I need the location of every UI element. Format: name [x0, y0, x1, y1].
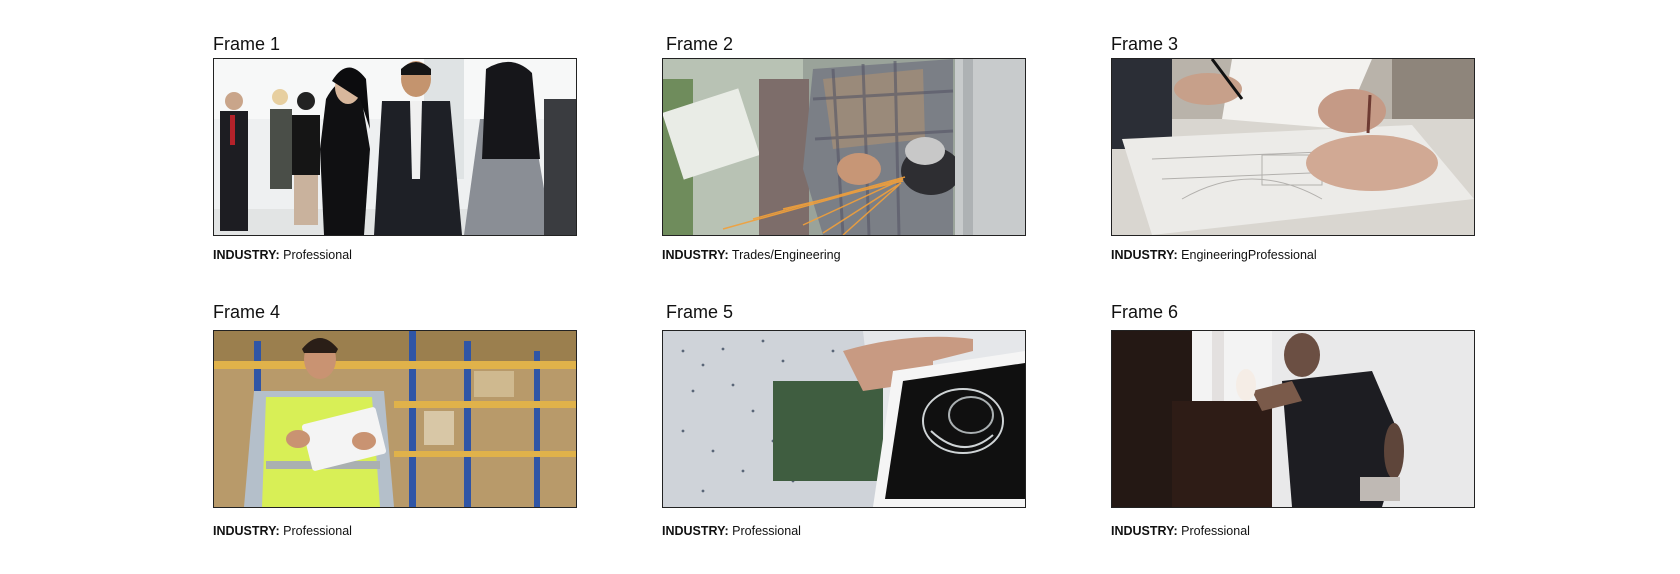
industry-value: Professional [732, 524, 801, 538]
industry-caption: INDUSTRY: EngineeringProfessional [1111, 248, 1317, 262]
frame-thumbnail-angle-grinder[interactable] [662, 58, 1026, 236]
silhouette-man-image [1112, 331, 1474, 507]
industry-caption: INDUSTRY: Professional [662, 524, 801, 538]
warehouse-tablet-image [214, 331, 576, 507]
industry-label: INDUSTRY: [213, 248, 280, 262]
industry-label: INDUSTRY: [213, 524, 280, 538]
frame-thumbnail-xray-tablet[interactable] [662, 330, 1026, 508]
storyboard-page: Frame 1 INDUSTRY: Professional Frame 2 I… [0, 0, 1680, 574]
frame-thumbnail-silhouette-man[interactable] [1111, 330, 1475, 508]
frame-card-6: Frame 6 INDUSTRY: Professional [1111, 302, 1475, 538]
blueprints-image [1112, 59, 1474, 235]
angle-grinder-image [663, 59, 1025, 235]
industry-value: EngineeringProfessional [1181, 248, 1317, 262]
xray-tablet-image [663, 331, 1025, 507]
frame-thumbnail-business-people[interactable] [213, 58, 577, 236]
industry-label: INDUSTRY: [662, 524, 729, 538]
industry-value: Trades/Engineering [731, 248, 841, 262]
industry-label: INDUSTRY: [1111, 524, 1178, 538]
industry-caption: INDUSTRY: Professional [213, 524, 352, 538]
frame-title: Frame 3 [1111, 34, 1179, 54]
industry-caption: INDUSTRY: Trades/Engineering [662, 248, 841, 262]
frame-card-2: Frame 2 INDUSTRY: Trades/Engineering [662, 34, 1026, 262]
business-people-image [214, 59, 576, 235]
frame-card-4: Frame 4 INDUSTRY: Professional [213, 302, 577, 538]
industry-value: Professional [283, 524, 352, 538]
frame-title: Frame 4 [213, 302, 281, 322]
frame-card-3: Frame 3 INDUSTRY: EngineeringProfessiona… [1111, 34, 1475, 262]
industry-value: Professional [283, 248, 352, 262]
frame-title: Frame 2 [666, 34, 734, 54]
industry-caption: INDUSTRY: Professional [213, 248, 352, 262]
industry-label: INDUSTRY: [1111, 248, 1178, 262]
frame-thumbnail-warehouse-tablet[interactable] [213, 330, 577, 508]
industry-value: Professional [1181, 524, 1250, 538]
industry-label: INDUSTRY: [662, 248, 729, 262]
frame-thumbnail-blueprints[interactable] [1111, 58, 1475, 236]
frame-title: Frame 5 [666, 302, 734, 322]
frame-card-1: Frame 1 INDUSTRY: Professional [213, 34, 577, 262]
industry-caption: INDUSTRY: Professional [1111, 524, 1250, 538]
frame-title: Frame 6 [1111, 302, 1179, 322]
frame-card-5: Frame 5 INDUSTRY: Professional [662, 302, 1026, 538]
frame-title: Frame 1 [213, 34, 281, 54]
